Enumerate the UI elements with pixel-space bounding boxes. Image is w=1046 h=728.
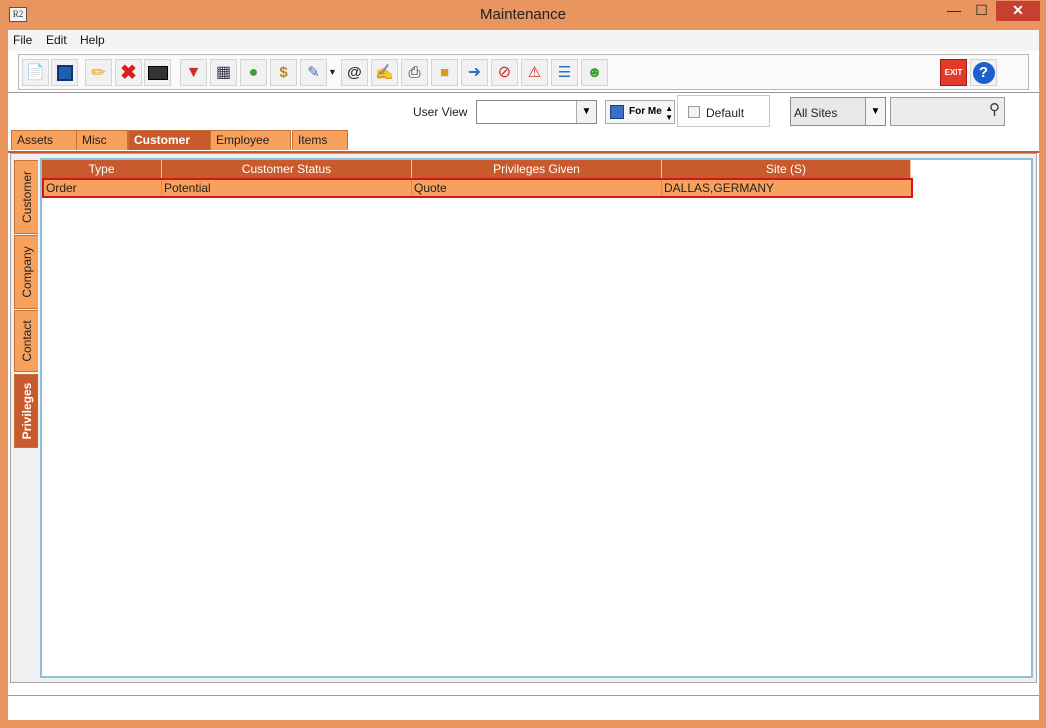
toolbar: 📄 ✏ ✖ ▼ ▦ ● $ ✎ ▼ @ ✍ ⎙ ■ ➜ ⊘ ⚠ ☰ ☻ EXIT…: [18, 54, 1029, 90]
chevron-down-icon[interactable]: ▼: [576, 101, 596, 123]
maintenance-window: R2 Maintenance — ☐ ✕ File Edit Help 📄 ✏ …: [0, 0, 1046, 728]
menu-help[interactable]: Help: [80, 33, 105, 47]
minimize-button[interactable]: —: [940, 1, 968, 21]
side-tab-privileges[interactable]: Privileges: [14, 374, 38, 448]
notes-dropdown-icon[interactable]: ▼: [328, 61, 337, 83]
money-bag-icon[interactable]: $: [270, 59, 297, 86]
search-icon[interactable]: ⚲: [989, 100, 1000, 118]
form-edit-icon[interactable]: ✍: [371, 59, 398, 86]
side-tab-company[interactable]: Company: [14, 235, 38, 309]
cancel-icon[interactable]: ⊘: [491, 59, 518, 86]
help-icon[interactable]: ?: [970, 59, 997, 86]
side-tab-customer-label: Customer: [19, 170, 34, 224]
status-bar: [8, 695, 1039, 720]
save-icon[interactable]: [51, 59, 78, 86]
close-button[interactable]: ✕: [996, 1, 1040, 21]
user-view-select[interactable]: ▼: [476, 100, 597, 124]
save-icon: [610, 105, 624, 119]
chevron-down-icon[interactable]: ▼: [865, 98, 885, 125]
title-bar: R2 Maintenance — ☐ ✕: [0, 0, 1046, 30]
edit-pencil-icon[interactable]: ✏: [85, 59, 112, 86]
package-icon[interactable]: ■: [431, 59, 458, 86]
print-icon[interactable]: ⎙: [401, 59, 428, 86]
filter-bar: User View ▼ For Me ▲ ▼ Default All Sites …: [8, 92, 1039, 128]
table-cell[interactable]: Potential: [162, 180, 412, 196]
default-checkbox[interactable]: [688, 106, 700, 118]
side-tab-customer[interactable]: Customer: [14, 160, 38, 234]
client-area: File Edit Help 📄 ✏ ✖ ▼ ▦ ● $ ✎ ▼ @ ✍ ⎙ ■…: [8, 30, 1039, 720]
menu-file[interactable]: File: [13, 33, 32, 47]
column-header[interactable]: Privileges Given: [412, 160, 662, 178]
maximize-button[interactable]: ☐: [968, 1, 995, 21]
for-me-label: For Me: [629, 106, 662, 117]
table-cell[interactable]: Quote: [412, 180, 662, 196]
table-header: Type Customer Status Privileges Given Si…: [42, 160, 911, 178]
side-tab-contact[interactable]: Contact: [14, 310, 38, 372]
top-tabs: Assets Misc Customer Employee Items: [8, 128, 1039, 150]
worker-icon[interactable]: ☻: [581, 59, 608, 86]
filter-icon[interactable]: ▼: [180, 59, 207, 86]
grid-icon[interactable]: ▦: [210, 59, 237, 86]
column-header[interactable]: Customer Status: [162, 160, 412, 178]
privileges-panel: Customer Company Contact Privileges Type…: [10, 153, 1037, 683]
side-tab-company-label: Company: [19, 246, 34, 298]
menu-bar: File Edit Help: [8, 30, 1039, 51]
table-cell[interactable]: Order: [44, 180, 162, 196]
side-tab-contact-label: Contact: [19, 320, 34, 362]
table-cell[interactable]: DALLAS,GERMANY: [662, 180, 911, 196]
tab-employee[interactable]: Employee: [210, 130, 291, 150]
menu-edit[interactable]: Edit: [46, 33, 67, 47]
new-document-icon[interactable]: 📄: [22, 59, 49, 86]
side-tab-privileges-label: Privileges: [19, 382, 34, 440]
transfer-icon[interactable]: ➜: [461, 59, 488, 86]
delete-icon[interactable]: ✖: [115, 59, 142, 86]
window-title: Maintenance: [480, 6, 566, 23]
tab-misc[interactable]: Misc: [76, 130, 128, 150]
default-label: Default: [706, 106, 745, 120]
dropdown-arrow-icon[interactable]: ▲ ▼: [665, 104, 673, 122]
column-header[interactable]: Site (S): [662, 160, 911, 178]
sites-value: All Sites: [794, 106, 838, 120]
column-header[interactable]: Type: [42, 160, 162, 178]
user-view-label: User View: [413, 105, 468, 119]
exit-icon[interactable]: EXIT: [940, 59, 967, 86]
search-input[interactable]: ⚲: [890, 97, 1005, 126]
table-row[interactable]: Order Potential Quote DALLAS,GERMANY: [42, 178, 913, 198]
notes-icon[interactable]: ✎: [300, 59, 327, 86]
users-icon[interactable]: ●: [240, 59, 267, 86]
tab-assets[interactable]: Assets: [11, 130, 77, 150]
tab-items[interactable]: Items: [292, 130, 348, 150]
email-icon[interactable]: @: [341, 59, 368, 86]
privileges-table: Type Customer Status Privileges Given Si…: [40, 158, 1033, 678]
search-report-icon[interactable]: ☰: [551, 59, 578, 86]
for-me-button[interactable]: For Me ▲ ▼: [605, 100, 675, 124]
alert-message-icon[interactable]: ⚠: [521, 59, 548, 86]
keyboard-icon[interactable]: [144, 59, 171, 86]
default-option: Default: [677, 95, 770, 127]
tab-customer[interactable]: Customer: [128, 130, 211, 150]
sites-select[interactable]: All Sites ▼: [790, 97, 886, 126]
